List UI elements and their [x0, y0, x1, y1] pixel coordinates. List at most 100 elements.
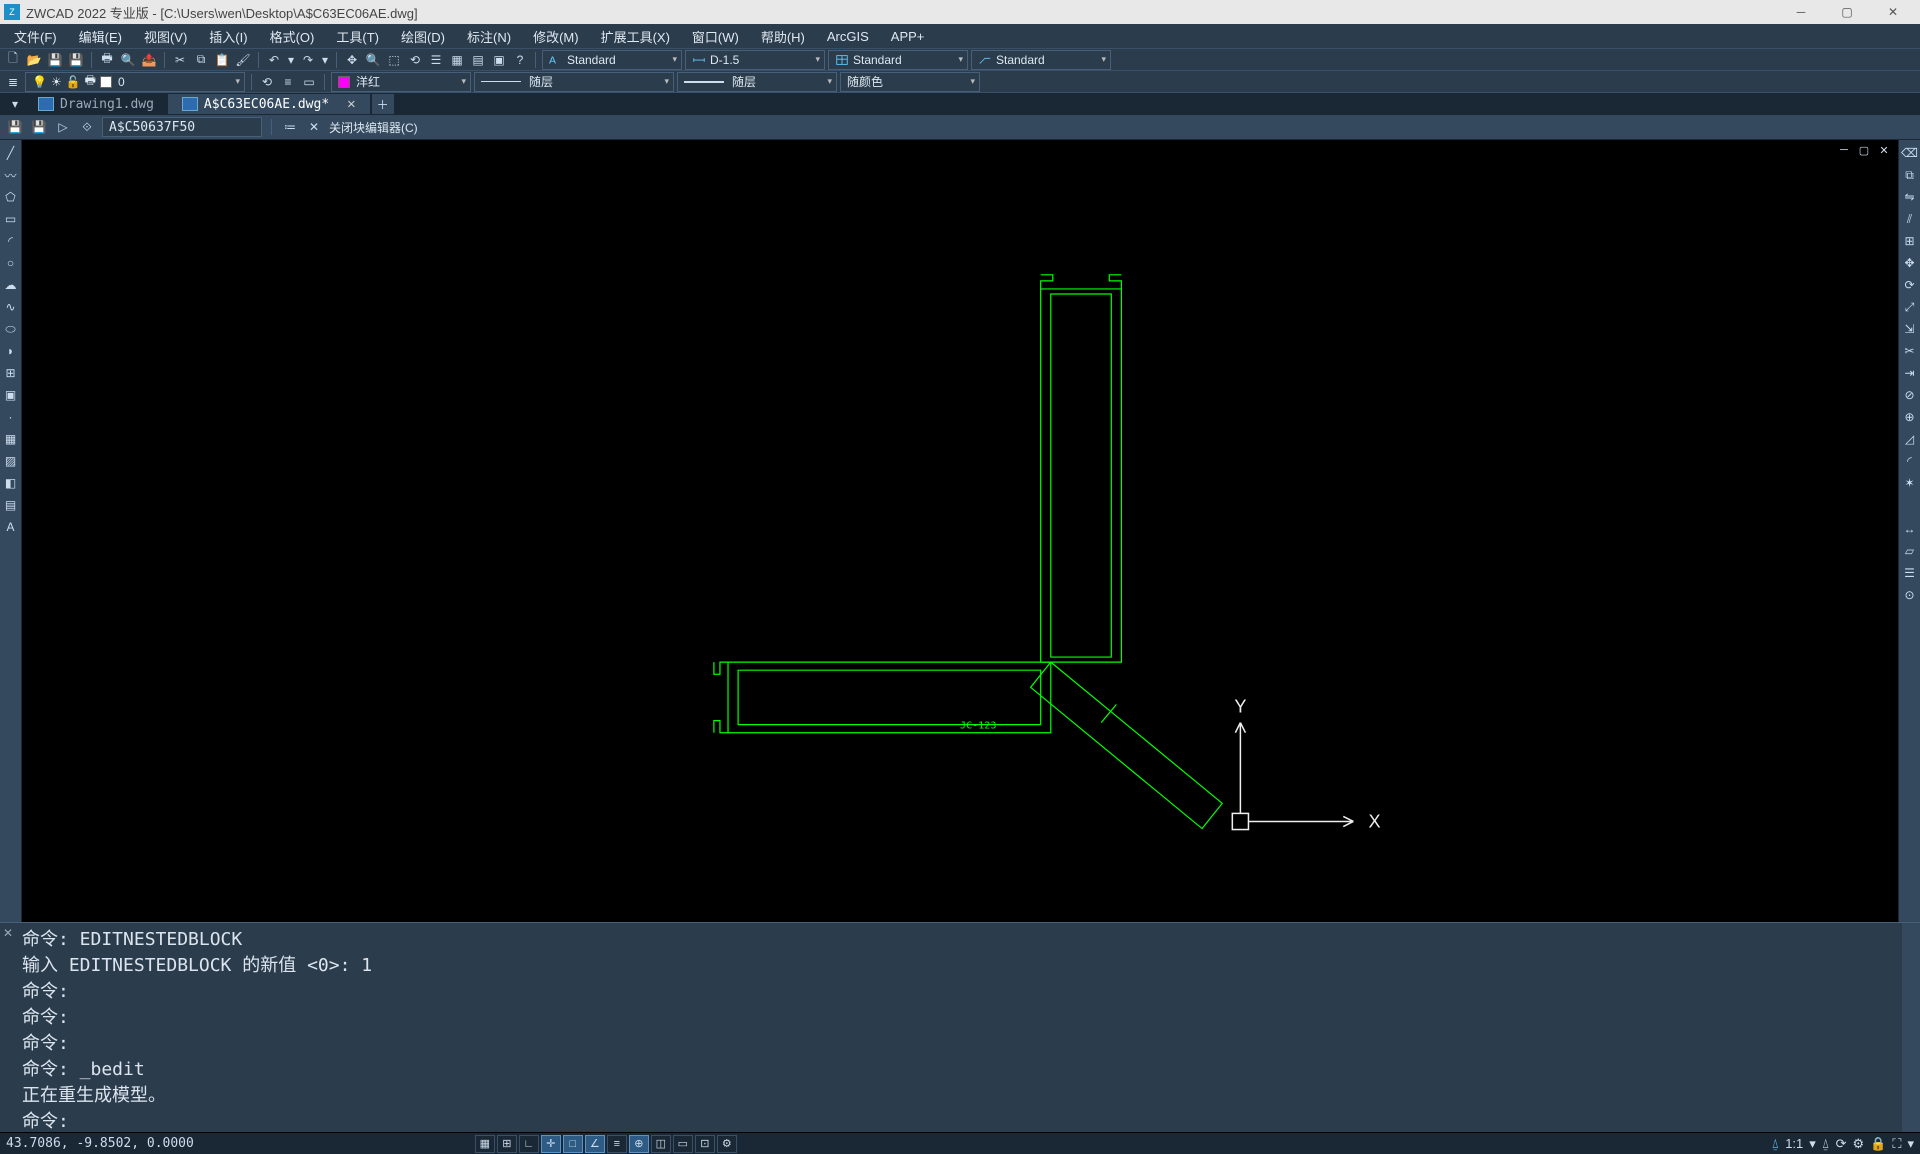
id-icon[interactable]: ⊙	[1901, 586, 1919, 604]
model-toggle[interactable]: ▭	[673, 1135, 693, 1153]
close-button[interactable]: ✕	[1870, 0, 1916, 24]
lineweight-dropdown[interactable]: 随层	[677, 72, 837, 92]
line-icon[interactable]: ╱	[2, 144, 20, 162]
snap-toggle[interactable]: ⊞	[497, 1135, 517, 1153]
paste-icon[interactable]: 📋	[213, 51, 231, 69]
ws-switch-icon[interactable]: ⚙	[1853, 1136, 1865, 1152]
customize-icon[interactable]: ▾	[1907, 1136, 1914, 1152]
zoom-rt-icon[interactable]: 🔍	[364, 51, 382, 69]
grid-toggle[interactable]: ▦	[475, 1135, 495, 1153]
zoom-prev-icon[interactable]: ⟲	[406, 51, 424, 69]
maximize-button[interactable]: ▢	[1824, 0, 1870, 24]
polygon-icon[interactable]: ⬠	[2, 188, 20, 206]
menu-edit[interactable]: 编辑(E)	[69, 24, 132, 49]
tab-close-icon[interactable]: ✕	[347, 96, 355, 112]
block-name-input[interactable]	[102, 117, 262, 137]
redo-icon[interactable]: ↷	[299, 51, 317, 69]
new-icon[interactable]: 🗋	[4, 51, 22, 69]
extend-icon[interactable]: ⇥	[1901, 364, 1919, 382]
area-icon[interactable]: ▱	[1901, 542, 1919, 560]
mirror-icon[interactable]: ⇋	[1901, 188, 1919, 206]
menu-window[interactable]: 窗口(W)	[682, 24, 749, 49]
qp-toggle[interactable]: ⊡	[695, 1135, 715, 1153]
command-history[interactable]: 命令: EDITNESTEDBLOCK 输入 EDITNESTEDBLOCK 的…	[16, 923, 1902, 1132]
cmd-close-icon[interactable]: ✕	[0, 923, 16, 1132]
block-icon[interactable]: ▣	[2, 386, 20, 404]
circle-icon[interactable]: ○	[2, 254, 20, 272]
dyn-toggle[interactable]: ⊕	[629, 1135, 649, 1153]
erase-icon[interactable]: ⌫	[1901, 144, 1919, 162]
layer-state-icon[interactable]: ≡	[279, 73, 297, 91]
tab-drawing1[interactable]: Drawing1.dwg	[24, 94, 168, 114]
cut-icon[interactable]: ✂	[171, 51, 189, 69]
lwt-toggle[interactable]: ≡	[607, 1135, 627, 1153]
array-icon[interactable]: ⊞	[1901, 232, 1919, 250]
spline-icon[interactable]: ∿	[2, 298, 20, 316]
drawing-viewport[interactable]: ─ ▢ ✕	[22, 140, 1898, 922]
cad-canvas[interactable]: JC-123 X Y	[22, 140, 1898, 922]
tab-active[interactable]: A$C63EC06AE.dwg* ✕	[168, 94, 370, 114]
annoscale-value[interactable]: 1:1	[1785, 1136, 1803, 1151]
join-icon[interactable]: ⊕	[1901, 408, 1919, 426]
otrack-toggle[interactable]: ∠	[585, 1135, 605, 1153]
menu-format[interactable]: 格式(O)	[260, 24, 325, 49]
scale-icon[interactable]: ⤢	[1901, 298, 1919, 316]
block-param-icon[interactable]: ≔	[281, 118, 299, 136]
copy-icon[interactable]: ⧉	[192, 51, 210, 69]
vp-minimize-icon[interactable]: ─	[1836, 144, 1852, 158]
linetype-dropdown[interactable]: 随层	[474, 72, 674, 92]
plotstyle-dropdown[interactable]: 随颜色	[840, 72, 980, 92]
text-style-dropdown[interactable]: A Standard	[542, 50, 682, 70]
menu-express[interactable]: 扩展工具(X)	[591, 24, 680, 49]
hw-toggle[interactable]: ⚙	[717, 1135, 737, 1153]
chamfer-icon[interactable]: ◿	[1901, 430, 1919, 448]
coordinates[interactable]: 43.7086, -9.8502, 0.0000	[6, 1136, 194, 1151]
help-icon[interactable]: ?	[511, 51, 529, 69]
tab-list-dropdown[interactable]: ▾	[6, 94, 24, 114]
move-icon[interactable]: ✥	[1901, 254, 1919, 272]
point-icon[interactable]: ·	[2, 408, 20, 426]
layer-prev-icon[interactable]: ⟲	[258, 73, 276, 91]
zoom-win-icon[interactable]: ⬚	[385, 51, 403, 69]
menu-tools[interactable]: 工具(T)	[326, 24, 389, 49]
menu-modify[interactable]: 修改(M)	[523, 24, 589, 49]
polar-toggle[interactable]: ✛	[541, 1135, 561, 1153]
matchprop-icon[interactable]: 🖌	[234, 51, 252, 69]
pan-icon[interactable]: ✥	[343, 51, 361, 69]
menu-app[interactable]: APP+	[881, 26, 935, 47]
block-saveas-icon[interactable]: 💾	[30, 118, 48, 136]
redo-dd-icon[interactable]: ▾	[320, 51, 330, 69]
fillet-icon[interactable]: ◜	[1901, 452, 1919, 470]
mleader-style-dropdown[interactable]: Standard	[971, 50, 1111, 70]
gradient-icon[interactable]: ▨	[2, 452, 20, 470]
arc-icon[interactable]: ◜	[2, 232, 20, 250]
list-icon[interactable]: ☰	[1901, 564, 1919, 582]
menu-dimension[interactable]: 标注(N)	[457, 24, 521, 49]
saveas-icon[interactable]: 💾	[67, 51, 85, 69]
annovis-icon[interactable]: ⍙	[1822, 1136, 1830, 1152]
trim-icon[interactable]: ✂	[1901, 342, 1919, 360]
vp-close-icon[interactable]: ✕	[1876, 144, 1892, 158]
annoauto-icon[interactable]: ⟳	[1836, 1136, 1847, 1152]
hatch-icon[interactable]: ▦	[2, 430, 20, 448]
calc-icon[interactable]: ▣	[490, 51, 508, 69]
dist-icon[interactable]: ↔	[1901, 520, 1919, 538]
open-icon[interactable]: 📂	[25, 51, 43, 69]
color-dropdown[interactable]: 洋红	[331, 72, 471, 92]
plot-icon[interactable]: 🖶	[98, 51, 116, 69]
undo-icon[interactable]: ↶	[265, 51, 283, 69]
osnap-toggle[interactable]: □	[563, 1135, 583, 1153]
clean-screen-icon[interactable]: ⛶	[1892, 1136, 1901, 1152]
properties-icon[interactable]: ☰	[427, 51, 445, 69]
mtext-icon[interactable]: A	[2, 518, 20, 536]
rotate-icon[interactable]: ⟳	[1901, 276, 1919, 294]
revcloud-icon[interactable]: ☁	[2, 276, 20, 294]
ellipsearc-icon[interactable]: ◗	[2, 342, 20, 360]
vp-maximize-icon[interactable]: ▢	[1856, 144, 1872, 158]
insert-icon[interactable]: ⊞	[2, 364, 20, 382]
lock-ui-icon[interactable]: 🔒	[1870, 1136, 1886, 1152]
layer-iso-icon[interactable]: ▭	[300, 73, 318, 91]
annoscale-icon[interactable]: ⍙	[1771, 1136, 1779, 1152]
region-icon[interactable]: ◧	[2, 474, 20, 492]
block-close-icon[interactable]: ✕	[305, 118, 323, 136]
